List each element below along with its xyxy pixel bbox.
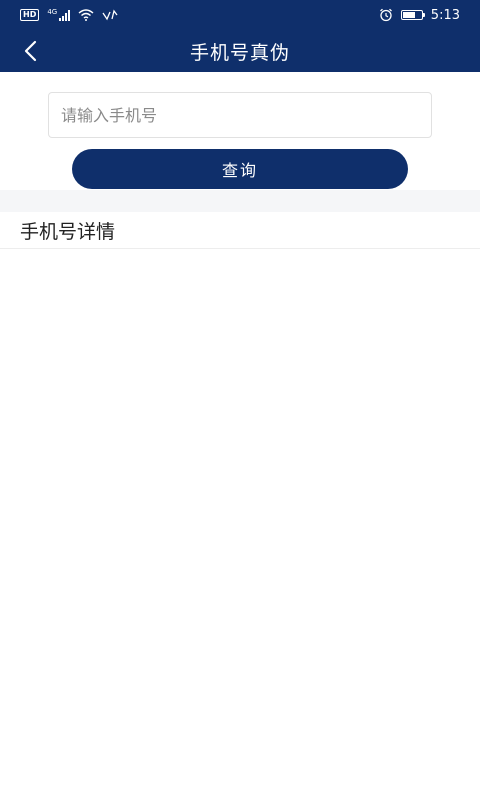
status-time: 5:13 [430,7,460,23]
battery-level [402,12,416,18]
wifi-icon [78,9,94,21]
details-title: 手机号详情 [20,220,116,243]
nav-bar: 手机号真伪 [0,30,480,72]
status-bar: HD 4G 5:13 [0,0,480,30]
data-activity-icon [102,9,118,21]
query-button[interactable]: 查询 [72,149,408,189]
network-type: 4G [47,8,58,16]
section-divider [0,190,480,212]
cellular-signal-icon: 4G [47,8,71,21]
alarm-icon [379,8,393,22]
chevron-left-icon [24,40,37,62]
battery-icon [400,10,425,20]
page-title: 手机号真伪 [189,41,290,64]
hd-badge: HD [20,9,40,21]
phone-number-input[interactable] [48,92,432,138]
details-header: 手机号详情 [0,212,480,249]
query-area: 查询 [0,72,480,190]
back-button[interactable] [8,30,52,72]
status-left: HD 4G [20,9,118,21]
status-right: 5:13 [379,8,460,23]
screen: HD 4G 5:13 手机号真伪 请输入手机号 查询 手机号详情 [0,0,480,800]
details-content [0,249,480,779]
